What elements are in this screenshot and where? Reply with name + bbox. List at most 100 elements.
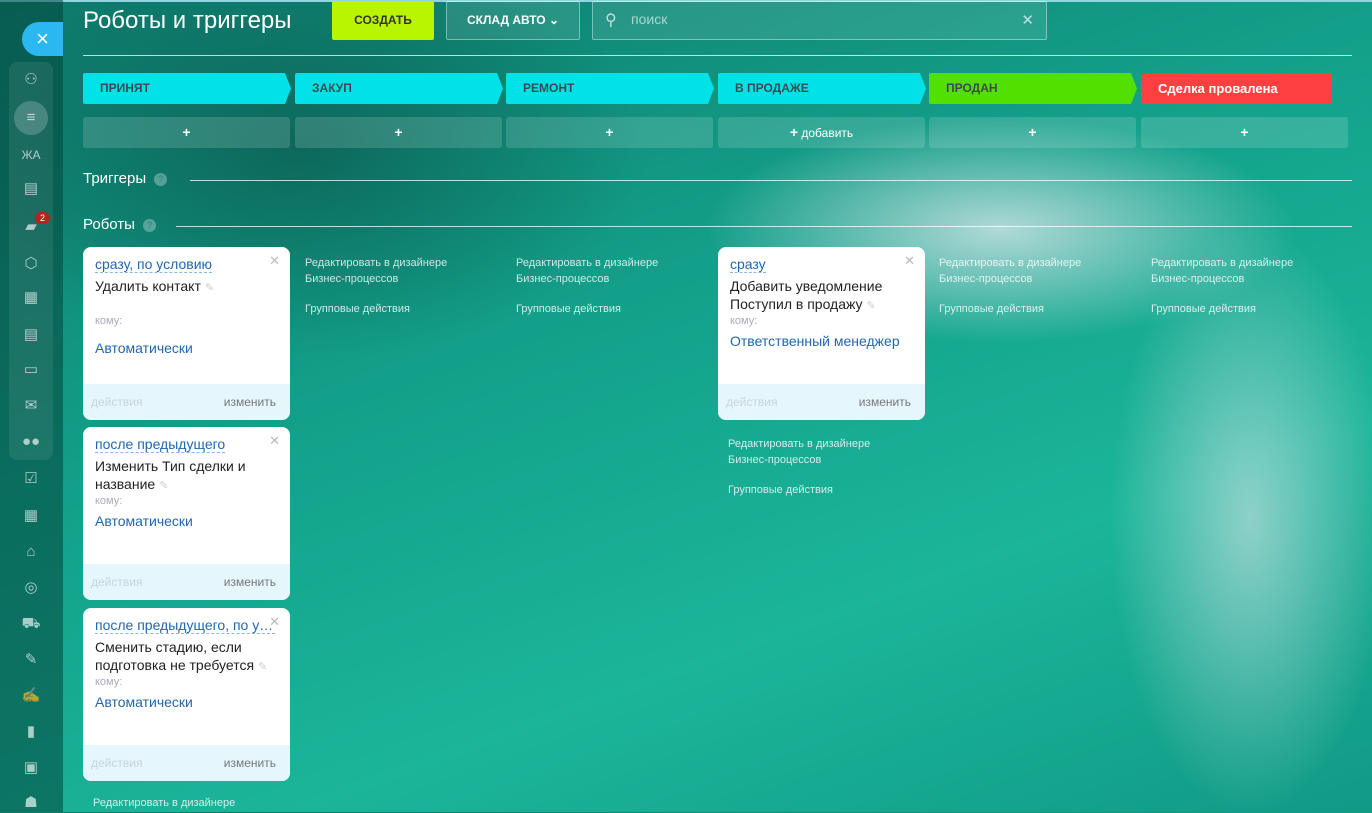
card-footer: действия изменить: [83, 564, 290, 600]
page-title: Роботы и триггеры: [83, 7, 292, 34]
recipient-link[interactable]: Ответственный менеджер: [730, 333, 900, 349]
add-robot-button[interactable]: +: [929, 117, 1136, 148]
mail-icon[interactable]: ✉: [18, 396, 44, 416]
divider: [83, 55, 1352, 56]
robot-condition-link[interactable]: после предыдущего: [95, 436, 226, 453]
stage-4[interactable]: ПРОДАН: [929, 73, 1137, 104]
search-icon: ⚲: [605, 12, 617, 29]
help-icon[interactable]: ?: [142, 218, 156, 232]
recipient-label: кому:: [95, 676, 123, 688]
chevron-down-icon: ⌄: [548, 13, 560, 27]
robots-heading: Роботы?: [83, 216, 156, 233]
group-icon[interactable]: ●●: [18, 432, 44, 452]
card-footer: действия изменить: [83, 384, 290, 420]
target-icon[interactable]: ◎: [18, 578, 44, 598]
create-button[interactable]: СОЗДАТЬ: [332, 1, 434, 40]
filter-icon[interactable]: ≡: [14, 101, 48, 135]
group-actions-link[interactable]: Групповые действия: [1151, 301, 1351, 317]
robot-card[interactable]: сразу, по условию ✕ Удалить контакт ✎ кому: А…: [83, 247, 290, 420]
stage-3[interactable]: В ПРОДАЖЕ: [718, 73, 926, 104]
hexagon-icon[interactable]: ⬡: [18, 254, 44, 274]
window-icon[interactable]: ▤: [18, 179, 44, 199]
robot-name: Сменить стадию, если подготовка не требу…: [95, 639, 268, 673]
add-robot-button[interactable]: +: [1141, 117, 1348, 148]
edit-button[interactable]: изменить: [859, 395, 911, 409]
robot-card[interactable]: после предыдущего, по условию✕Сменить ст…: [83, 608, 290, 781]
category-dropdown[interactable]: СКЛАД АВТО ⌄: [446, 1, 580, 40]
actions-button[interactable]: действия: [726, 395, 777, 409]
edit-doc-icon[interactable]: ✎: [18, 650, 44, 670]
column-links: Редактировать в дизайнере Бизнес-процесс…: [516, 255, 716, 317]
house-icon[interactable]: ⌂: [18, 542, 44, 562]
search-input[interactable]: [631, 11, 1001, 27]
edit-button[interactable]: изменить: [224, 395, 276, 409]
group-actions-link[interactable]: Групповые действия: [939, 301, 1139, 317]
pencil-icon[interactable]: ✎: [159, 480, 168, 492]
document-icon[interactable]: ▤: [18, 325, 44, 345]
close-button[interactable]: ×: [22, 22, 63, 56]
robot-icon[interactable]: ☗: [18, 793, 44, 813]
column-links: Редактировать в дизайнере Бизнес-процесс…: [1151, 255, 1351, 317]
divider: [190, 180, 1352, 181]
add-robot-button[interactable]: +: [506, 117, 713, 148]
recipient-link[interactable]: Автоматически: [95, 340, 193, 356]
category-label: СКЛАД АВТО: [466, 13, 546, 27]
delete-icon[interactable]: ✕: [269, 433, 280, 449]
add-robot-button[interactable]: +: [83, 117, 290, 148]
group-actions-link[interactable]: Групповые действия: [305, 301, 505, 317]
pencil-icon[interactable]: ✎: [867, 300, 876, 312]
search-box: ⚲ ✕: [592, 1, 1047, 40]
robot-condition-link[interactable]: сразу: [730, 256, 766, 273]
robot-card[interactable]: сразу ✕ Добавить уведомление Поступил в пр…: [718, 247, 925, 420]
pencil-icon[interactable]: ✎: [258, 661, 267, 673]
help-icon[interactable]: ?: [154, 172, 168, 186]
edit-in-designer-link[interactable]: Редактировать в дизайнере: [93, 795, 293, 811]
schedule-icon[interactable]: ▦: [18, 506, 44, 526]
tasks-icon[interactable]: ☑: [18, 469, 44, 489]
pencil-icon[interactable]: ✎: [205, 282, 214, 294]
calendar-icon[interactable]: ▦: [18, 288, 44, 308]
delete-icon[interactable]: ✕: [269, 614, 280, 630]
robot-name: Добавить уведомление Поступил в продажу ✎: [730, 278, 883, 312]
sidebar: × ⚇ ≡ ЖА ▤ ▰ ⬡ ▦ ▤ ▭ ✉ ●● ☑ ▦ ⌂ ◎ ⛟ ✎ ✍ ▮ ▣ ☗ 2: [0, 0, 63, 812]
edit-in-designer-link[interactable]: Редактировать в дизайнере Бизнес-процесс…: [305, 255, 470, 287]
activity-icon[interactable]: ⚇: [18, 70, 44, 90]
actions-button[interactable]: действия: [91, 756, 142, 770]
chart-icon[interactable]: ▮: [18, 722, 44, 742]
edit-in-designer-link[interactable]: Редактировать в дизайнере Бизнес-процесс…: [939, 255, 1104, 287]
recipient-link[interactable]: Автоматически: [95, 513, 193, 529]
add-robot-button[interactable]: +: [295, 117, 502, 148]
add-robot-button[interactable]: + добавить: [718, 117, 925, 148]
stage-2[interactable]: РЕМОНТ: [506, 73, 714, 104]
delete-icon[interactable]: ✕: [904, 253, 915, 269]
clear-search-icon[interactable]: ✕: [1021, 11, 1034, 29]
actions-button[interactable]: действия: [91, 575, 142, 589]
robot-condition-link[interactable]: сразу, по условию: [95, 256, 213, 273]
robot-card[interactable]: после предыдущего ✕ Изменить Тип сделки и …: [83, 427, 290, 600]
stage-1[interactable]: ЗАКУП: [295, 73, 503, 104]
edit-in-designer-link[interactable]: Редактировать в дизайнере Бизнес-процесс…: [1151, 255, 1316, 287]
recipient-link[interactable]: Автоматически: [95, 694, 193, 710]
edit-in-designer-link[interactable]: Редактировать в дизайнере Бизнес-процесс…: [516, 255, 681, 287]
robot-name: Удалить контакт ✎: [95, 278, 215, 294]
group-actions-link[interactable]: Групповые действия: [516, 301, 716, 317]
delete-icon[interactable]: ✕: [269, 253, 280, 269]
column-links: Редактировать в дизайнере Бизнес-процесс…: [305, 255, 505, 317]
text-icon[interactable]: ЖА: [18, 145, 44, 165]
signature-icon[interactable]: ✍: [18, 686, 44, 706]
edit-in-designer-link[interactable]: Редактировать в дизайнере Бизнес-процесс…: [728, 436, 893, 468]
divider: [176, 226, 1352, 227]
contact-card-icon[interactable]: ▣: [18, 758, 44, 778]
robot-condition-link[interactable]: после предыдущего, по условию: [95, 617, 275, 634]
drive-icon[interactable]: ▭: [18, 360, 44, 380]
edit-button[interactable]: изменить: [224, 756, 276, 770]
stage-0[interactable]: ПРИНЯТ: [83, 73, 291, 104]
recipient-label: кому:: [95, 495, 123, 507]
recipient-label: кому:: [730, 315, 758, 327]
group-actions-link[interactable]: Групповые действия: [728, 482, 928, 498]
stage-5[interactable]: Сделка провалена: [1141, 73, 1332, 104]
actions-button[interactable]: действия: [91, 395, 142, 409]
edit-button[interactable]: изменить: [224, 575, 276, 589]
cart-icon[interactable]: ⛟: [18, 614, 44, 634]
column-links: Редактировать в дизайнере Бизнес-процесс…: [728, 436, 928, 498]
